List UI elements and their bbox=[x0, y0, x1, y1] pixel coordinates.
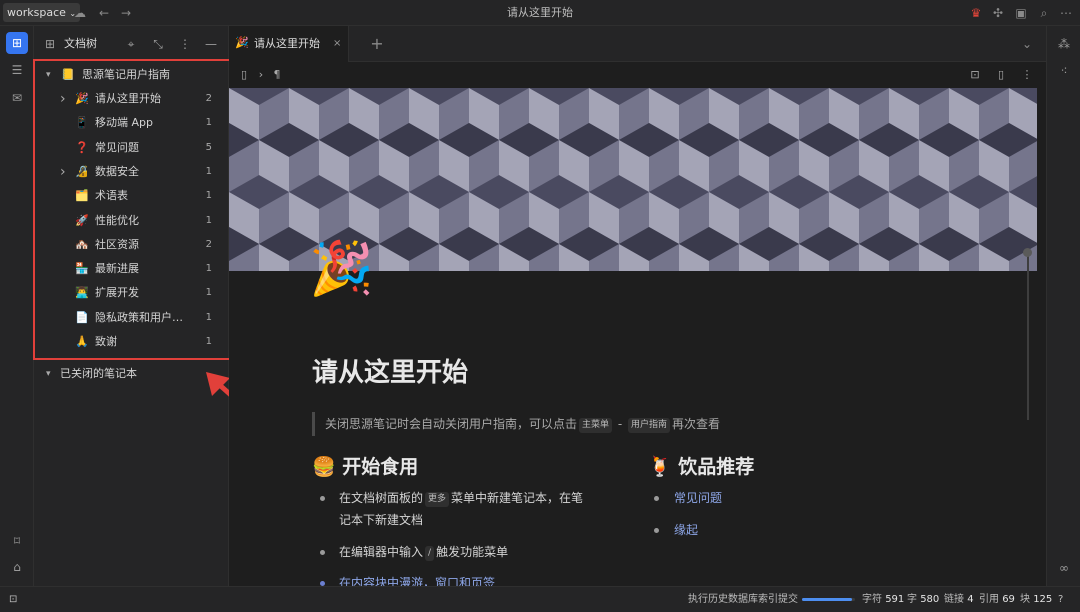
lock-icon[interactable]: ⊡ bbox=[968, 68, 982, 82]
quote-separator: - bbox=[614, 417, 626, 431]
more-vertical-icon[interactable]: ⋮ bbox=[177, 36, 193, 52]
global-graph-icon[interactable]: ⁖ bbox=[1056, 63, 1072, 79]
workspace-label: workspace bbox=[7, 6, 66, 19]
link-count: 链接 4 bbox=[944, 594, 974, 605]
cloud-sync-icon[interactable]: ☁ bbox=[72, 5, 88, 21]
bullet bbox=[654, 528, 659, 533]
chevron-down-icon[interactable]: ▾ bbox=[46, 362, 56, 386]
heading-drinks[interactable]: 🍹 饮品推荐 bbox=[648, 452, 754, 479]
outline-icon[interactable]: ☰ bbox=[6, 59, 28, 81]
plugin-icon[interactable]: ✣ bbox=[990, 5, 1006, 21]
kbd-slash: / bbox=[425, 546, 435, 561]
link-faq[interactable]: 常见问题 bbox=[674, 487, 722, 509]
list-text: 触发功能菜单 bbox=[436, 545, 509, 559]
add-tab-icon[interactable]: + bbox=[369, 36, 385, 52]
chevron-down-icon[interactable]: ⌄ bbox=[1019, 36, 1035, 52]
burger-emoji: 🍔 bbox=[312, 456, 336, 478]
doc-emoji[interactable]: 🎉 bbox=[309, 238, 374, 299]
minimize-icon[interactable]: — bbox=[203, 36, 219, 52]
tab-bar: 🎉 请从这里开始 × + ⌄ bbox=[229, 26, 1046, 62]
collapse-all-icon[interactable]: ⤡ bbox=[150, 36, 166, 52]
blockquote[interactable]: 关闭思源笔记时会自动关闭用户指南，可以点击 主菜单 - 用户指南 再次查看 bbox=[312, 412, 992, 436]
bookmark-icon[interactable]: ⌑ bbox=[6, 530, 28, 552]
link-origin[interactable]: 缘起 bbox=[674, 519, 698, 541]
list-text: 在编辑器中输入 bbox=[339, 545, 424, 559]
tag-icon[interactable]: ⌂ bbox=[6, 556, 28, 578]
back-arrow-icon[interactable]: ← bbox=[96, 5, 112, 21]
kbd-user-guide: 用户指南 bbox=[628, 418, 671, 433]
heading-label: 开始食用 bbox=[342, 456, 419, 478]
crown-icon[interactable]: ♛ bbox=[968, 5, 984, 21]
doc-tree-title: 文档树 bbox=[64, 37, 97, 50]
list-text: 菜单中新建笔记本，在笔 bbox=[451, 491, 584, 505]
file-tree-icon[interactable]: ⊞ bbox=[6, 32, 28, 54]
window-title: 请从这里开始 bbox=[507, 6, 573, 19]
drink-emoji: 🍹 bbox=[648, 456, 672, 478]
list-text: 在文档树面板的 bbox=[339, 491, 424, 505]
block-count: 块 125 bbox=[1020, 594, 1053, 605]
search-icon[interactable]: ⌕ bbox=[1036, 5, 1052, 21]
workspace-button[interactable]: workspace ⌄ bbox=[3, 3, 81, 22]
more-icon[interactable]: ⋯ bbox=[1058, 5, 1074, 21]
kbd-more: 更多 bbox=[425, 492, 450, 507]
inbox-icon[interactable]: ✉ bbox=[6, 87, 28, 109]
tab-label: 请从这里开始 bbox=[254, 37, 320, 50]
progress-bar bbox=[802, 598, 855, 601]
more-vertical-icon[interactable]: ⋮ bbox=[1020, 68, 1034, 82]
backlinks-icon[interactable]: ∞ bbox=[1056, 560, 1072, 576]
closed-notebooks-label: 已关闭的笔记本 bbox=[60, 367, 137, 380]
doc-tree-icon: ⊞ bbox=[44, 37, 56, 51]
heading-start-using[interactable]: 🍔 开始食用 bbox=[312, 452, 418, 479]
editor-scrollbar[interactable] bbox=[1027, 250, 1029, 420]
bullet bbox=[320, 550, 325, 555]
heading-label: 饮品推荐 bbox=[678, 456, 755, 478]
task-label: 执行历史数据库索引提交 bbox=[688, 594, 798, 605]
char-count: 字符 591 bbox=[862, 594, 905, 605]
list-text: 记本下新建文档 bbox=[339, 513, 424, 527]
terminal-icon[interactable]: ▣ bbox=[1013, 5, 1029, 21]
bullet bbox=[320, 496, 325, 501]
paragraph-icon[interactable]: ¶ bbox=[270, 68, 284, 82]
help-icon[interactable]: ? bbox=[1058, 587, 1063, 612]
title-bar: workspace ⌄ ☁ ← → 请从这里开始 ♛ ✣ ▣ ⌕ ⋯ bbox=[0, 0, 1080, 26]
graph-view-icon[interactable]: ⁂ bbox=[1056, 36, 1072, 52]
bullet bbox=[654, 496, 659, 501]
kbd-main-menu: 主菜单 bbox=[579, 418, 613, 433]
close-icon[interactable]: × bbox=[333, 26, 341, 62]
dock-toggle-icon[interactable]: ⊡ bbox=[9, 587, 17, 612]
list-item-link[interactable]: 在内容块中漫游，窗口和页签 bbox=[339, 572, 639, 586]
doc-info-icon[interactable]: ▯ bbox=[994, 68, 1008, 82]
doc-icon[interactable]: ▯ bbox=[237, 68, 251, 82]
focus-icon[interactable]: ⌖ bbox=[123, 36, 139, 52]
editor: ▯ › ¶ ⊡ ▯ ⋮ 🎉 请从这里开始 关闭思源笔记时会自动关闭用户指南，可以… bbox=[229, 62, 1046, 586]
tab-start-here[interactable]: 🎉 请从这里开始 × bbox=[229, 26, 349, 62]
list-item[interactable]: 在编辑器中输入 / 触发功能菜单 bbox=[339, 541, 639, 563]
left-dock: ⊞ ☰ ✉ ⌑ ⌂ bbox=[0, 26, 34, 586]
progress-fill bbox=[802, 598, 853, 601]
tab-emoji: 🎉 bbox=[235, 36, 249, 49]
quote-text: 关闭思源笔记时会自动关闭用户指南，可以点击 bbox=[325, 417, 578, 431]
quote-text-end: 再次查看 bbox=[672, 417, 721, 431]
status-bar: ⊡ 执行历史数据库索引提交 字符 591 字 580 链接 4 引用 69 块 … bbox=[0, 586, 1080, 612]
forward-arrow-icon[interactable]: → bbox=[118, 5, 134, 21]
doc-title[interactable]: 请从这里开始 bbox=[312, 352, 468, 389]
scroll-handle[interactable] bbox=[1023, 248, 1032, 257]
list-item[interactable]: 在文档树面板的 更多 菜单中新建笔记本，在笔记本下新建文档 bbox=[339, 487, 639, 531]
chevron-right-icon: › bbox=[258, 68, 264, 81]
word-count: 字 580 bbox=[907, 594, 940, 605]
ref-count: 引用 69 bbox=[979, 594, 1015, 605]
right-dock: ⁂ ⁖ ∞ bbox=[1046, 26, 1080, 586]
doc-tree-header: ⊞ 文档树 ⌖ ⤡ ⋮ — bbox=[34, 26, 228, 62]
